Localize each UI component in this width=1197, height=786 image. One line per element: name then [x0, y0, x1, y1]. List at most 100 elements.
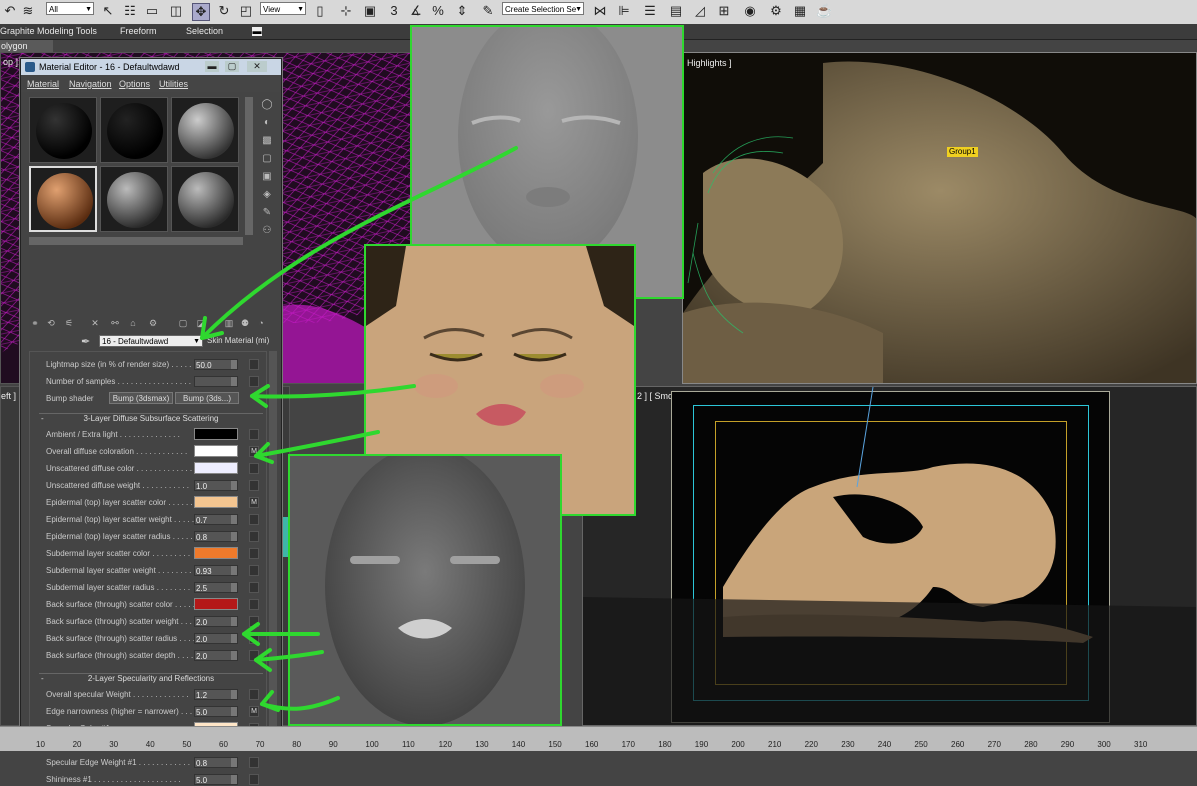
param-spinner[interactable]: 1.2 — [194, 689, 238, 700]
timeline-ruler[interactable]: 10 20 30 40 50 60 70 80 90 100 110 120 130 140 150 160 1… — [0, 726, 1197, 751]
map-slot-button[interactable] — [249, 565, 259, 576]
map-slot-button[interactable] — [249, 376, 259, 387]
sample-uv-icon[interactable]: ▢ — [261, 153, 273, 165]
spinner-arrows-icon[interactable] — [231, 377, 237, 386]
go-forward-sibling-icon[interactable]: ⚉ — [239, 317, 251, 329]
viewport-label[interactable]: op ] — [3, 57, 18, 67]
reset-map-icon[interactable]: ✕ — [89, 317, 101, 329]
percent-snap-icon[interactable]: % — [430, 3, 446, 19]
map-slot-button[interactable] — [249, 757, 259, 768]
subtab-polygon-modeling[interactable]: olygon Modeling — [0, 40, 53, 63]
material-slot-2[interactable] — [100, 97, 168, 163]
schematic-icon[interactable]: ⊞ — [716, 3, 732, 19]
material-slot-1[interactable] — [29, 97, 97, 163]
window-crossing-icon[interactable]: ◫ — [168, 3, 184, 19]
material-slot-5[interactable] — [100, 166, 168, 232]
material-name-dropdown[interactable]: 16 - Defaultwdawd ▼ — [99, 335, 203, 347]
spinner-arrows-icon[interactable] — [231, 360, 237, 369]
curve-editor-icon[interactable]: ◿ — [692, 3, 708, 19]
param-spinner[interactable]: 5.0 — [194, 706, 238, 717]
material-slot-6[interactable] — [171, 166, 239, 232]
tab-graphite-modeling-tools[interactable]: Graphite Modeling Tools — [0, 25, 97, 38]
material-editor-titlebar[interactable]: Material Editor - 16 - Defaultwdawd ▬ ▢ … — [21, 59, 281, 75]
sample-type-icon[interactable]: ◯ — [261, 99, 273, 111]
snap-icon[interactable]: 3 — [386, 3, 402, 19]
show-map-icon[interactable]: ▢ — [177, 317, 189, 329]
select-region-icon[interactable]: ▭ — [144, 3, 160, 19]
put-to-scene-icon[interactable]: ⟲ — [45, 317, 57, 329]
param-color-swatch[interactable] — [194, 598, 238, 610]
material-editor-window[interactable]: Material Editor - 16 - Defaultwdawd ▬ ▢ … — [20, 58, 282, 785]
map-slot-button[interactable] — [249, 359, 259, 370]
select-by-material-icon[interactable]: ⚇ — [261, 225, 273, 237]
map-slot-button[interactable] — [249, 480, 259, 491]
map-slot-button[interactable] — [249, 633, 259, 644]
material-slot-4-active[interactable] — [29, 166, 97, 232]
map-slot-button[interactable]: M — [249, 706, 259, 717]
select-move-icon[interactable]: ✥ — [192, 3, 210, 21]
edit-named-selection-icon[interactable]: ✎ — [480, 3, 496, 19]
angle-snap-icon[interactable]: ∡ — [408, 3, 424, 19]
map-slot-button[interactable] — [249, 429, 259, 440]
slots-horizontal-scrollbar[interactable] — [29, 237, 243, 245]
parameters-scrollbar[interactable] — [269, 351, 277, 741]
tab-selection[interactable]: Selection — [186, 25, 223, 38]
param-spinner[interactable]: 50.0 — [194, 359, 238, 370]
selection-filter-dropdown[interactable]: All ▼ — [46, 2, 94, 15]
material-editor-icon[interactable]: ◉ — [742, 3, 758, 19]
param-spinner[interactable]: 0.8 — [194, 531, 238, 542]
param-spinner[interactable]: 2.0 — [194, 633, 238, 644]
maximize-icon[interactable]: ▢ — [225, 61, 239, 72]
map-slot-button[interactable]: M — [249, 446, 259, 457]
param-spinner[interactable]: 0.7 — [194, 514, 238, 525]
menu-utilities[interactable]: Utilities — [159, 76, 188, 92]
param-color-swatch[interactable] — [194, 496, 238, 508]
make-unique-icon[interactable]: ⚯ — [109, 317, 121, 329]
param-color-swatch[interactable] — [194, 462, 238, 474]
spinner-arrows-icon[interactable] — [231, 566, 237, 575]
align-icon[interactable]: ⊫ — [616, 3, 632, 19]
mirror-icon[interactable]: ⋈ — [592, 3, 608, 19]
material-slot-3[interactable] — [171, 97, 239, 163]
select-scale-icon[interactable]: ◰ — [238, 3, 254, 19]
redo-icon[interactable]: ≋ — [20, 3, 36, 19]
select-rotate-icon[interactable]: ↻ — [216, 3, 232, 19]
map-slot-button[interactable]: M — [249, 497, 259, 508]
param-color-swatch[interactable] — [194, 547, 238, 559]
map-slot-button[interactable] — [249, 548, 259, 559]
spinner-arrows-icon[interactable] — [231, 515, 237, 524]
map-slot-button[interactable] — [249, 463, 259, 474]
param-spinner[interactable]: 1.0 — [194, 480, 238, 491]
video-color-check-icon[interactable]: ▣ — [261, 171, 273, 183]
layer-icon[interactable]: ☰ — [642, 3, 658, 19]
render-setup-icon[interactable]: ⚙ — [768, 3, 784, 19]
named-selection-dropdown[interactable]: Create Selection Se ▼ — [502, 2, 584, 15]
material-id-icon[interactable]: ⚙ — [147, 317, 159, 329]
minimize-icon[interactable]: ▬ — [205, 61, 219, 72]
param-spinner[interactable]: 2.0 — [194, 650, 238, 661]
map-slot-button[interactable] — [249, 531, 259, 542]
ribbon-minimize-icon[interactable]: ▬ — [252, 27, 262, 36]
get-material-icon[interactable]: ⚭ — [29, 317, 41, 329]
rollout-collapse-icon[interactable]: - — [41, 414, 44, 423]
assign-to-selection-icon[interactable]: ⚟ — [63, 317, 75, 329]
map-slot-button[interactable] — [249, 616, 259, 627]
bump-shader-button[interactable]: Bump (3dsmax) — [109, 392, 173, 404]
rollout-diffuse-sss[interactable]: - 3-Layer Diffuse Subsurface Scattering — [39, 413, 263, 423]
slots-vertical-scrollbar[interactable] — [245, 97, 253, 235]
pivot-icon[interactable]: ▯ — [312, 3, 328, 19]
menu-material[interactable]: Material — [27, 76, 59, 92]
spinner-arrows-icon[interactable] — [231, 617, 237, 626]
manipulate-icon[interactable]: ⊹ — [338, 3, 354, 19]
make-preview-icon[interactable]: ◈ — [261, 189, 273, 201]
map-slot-button[interactable] — [249, 689, 259, 700]
material-type-button[interactable]: Skin Material (mi) — [207, 335, 269, 347]
map-slot-button[interactable] — [249, 650, 259, 661]
param-spinner[interactable]: 0.8 — [194, 757, 238, 768]
param-spinner[interactable]: 5.0 — [194, 774, 238, 785]
viewport-top-right[interactable]: Highlights ] Group1 — [682, 52, 1197, 384]
param-spinner[interactable]: 2.0 — [194, 616, 238, 627]
spinner-arrows-icon[interactable] — [231, 481, 237, 490]
bump-shader-alt-button[interactable]: Bump (3ds...) — [175, 392, 239, 404]
viewport-bottom-right[interactable]: 2 ] [ Smooth + Highlights ] — [582, 386, 1197, 726]
